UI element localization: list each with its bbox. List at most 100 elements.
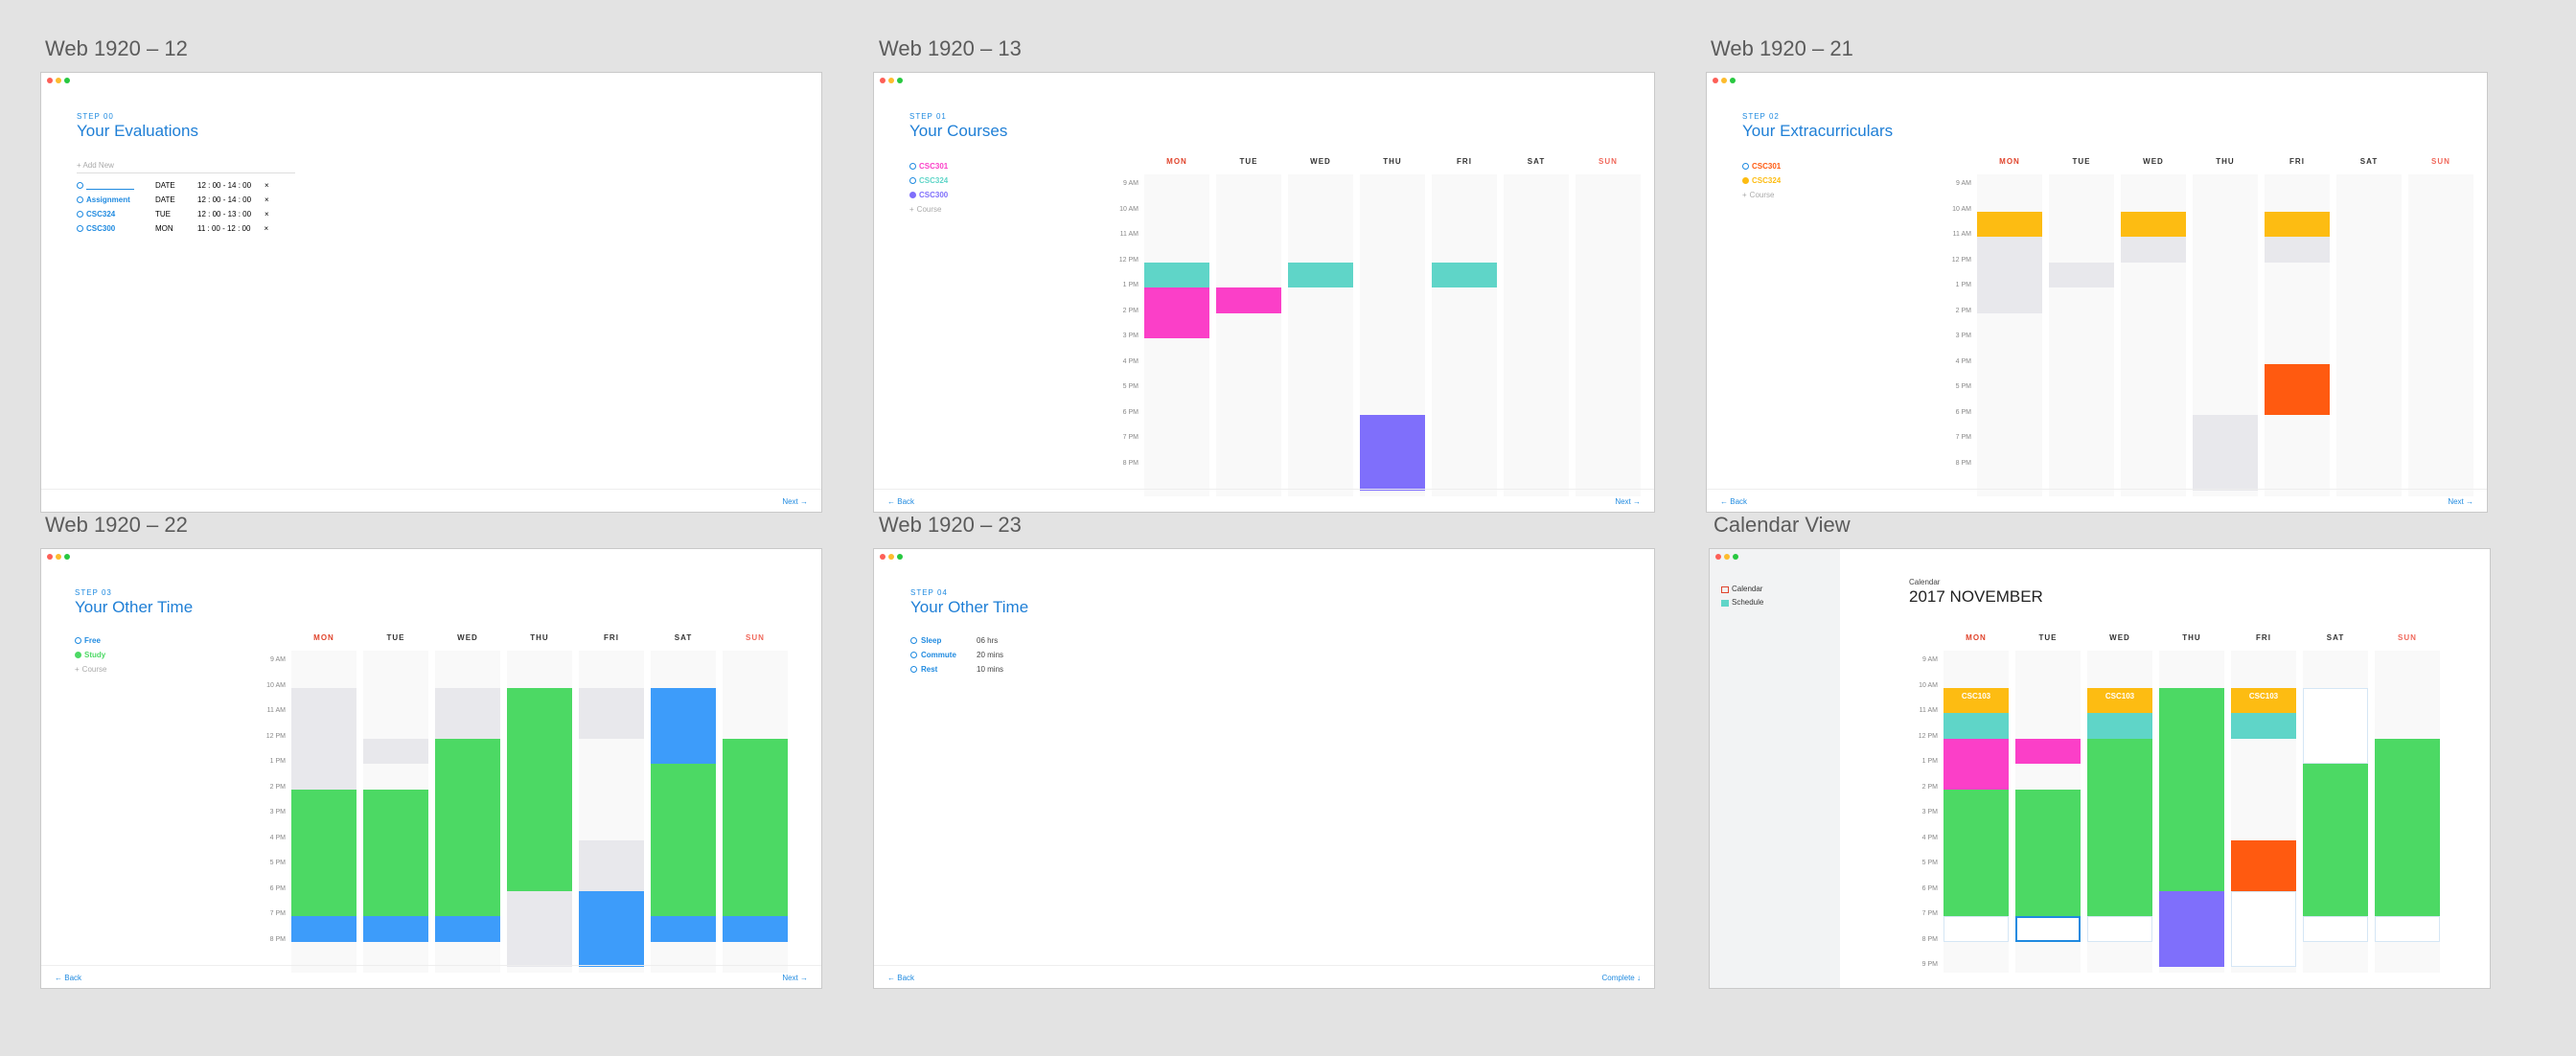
study-block[interactable] bbox=[1944, 789, 2009, 916]
course-block[interactable] bbox=[2193, 414, 2258, 491]
free-block[interactable] bbox=[579, 839, 644, 891]
extra-block[interactable] bbox=[1977, 211, 2042, 237]
extra-item-csc324[interactable]: CSC324 bbox=[1742, 173, 1781, 188]
sleep-block[interactable] bbox=[651, 916, 716, 942]
close-dot[interactable] bbox=[880, 554, 886, 560]
day-column[interactable] bbox=[1504, 174, 1569, 496]
course-block[interactable] bbox=[2087, 713, 2152, 739]
close-dot[interactable] bbox=[47, 554, 53, 560]
time-item-free[interactable]: Free bbox=[75, 633, 106, 648]
course-block[interactable] bbox=[1944, 713, 2009, 739]
day-column[interactable] bbox=[2336, 174, 2402, 496]
evaluation-time[interactable]: 11 : 00 - 12 : 00 bbox=[197, 221, 250, 236]
sleep-block[interactable] bbox=[651, 687, 716, 764]
course-item-csc301[interactable]: CSC301 bbox=[909, 159, 948, 173]
day-column[interactable] bbox=[2049, 174, 2114, 496]
evaluation-row[interactable]: Assignment DATE 12 : 00 - 14 : 00 × bbox=[77, 193, 269, 207]
study-block[interactable] bbox=[651, 764, 716, 916]
course-block[interactable] bbox=[2015, 738, 2081, 764]
course-block[interactable] bbox=[2049, 262, 2114, 287]
add-course-button[interactable]: + Course bbox=[1742, 188, 1781, 202]
minimize-dot[interactable] bbox=[1721, 78, 1727, 83]
sleep-block[interactable] bbox=[723, 916, 788, 942]
other-time-row[interactable]: Sleep 06 hrs bbox=[910, 633, 1003, 648]
evaluation-row[interactable]: CSC300 MON 11 : 00 - 12 : 00 × bbox=[77, 221, 269, 236]
minimize-dot[interactable] bbox=[56, 554, 61, 560]
complete-button[interactable]: Complete ↓ bbox=[1602, 974, 1641, 982]
sleep-block[interactable] bbox=[435, 916, 500, 942]
course-block[interactable] bbox=[2159, 890, 2224, 967]
study-block[interactable] bbox=[291, 789, 356, 916]
close-dot[interactable] bbox=[47, 78, 53, 83]
course-block[interactable] bbox=[1144, 287, 1209, 338]
minimize-dot[interactable] bbox=[1724, 554, 1730, 560]
study-block[interactable] bbox=[507, 687, 572, 891]
free-block[interactable] bbox=[579, 687, 644, 739]
study-block[interactable] bbox=[2015, 789, 2081, 916]
day-column[interactable] bbox=[1576, 174, 1641, 496]
extra-item-csc301[interactable]: CSC301 bbox=[1742, 159, 1781, 173]
course-block[interactable] bbox=[1977, 237, 2042, 313]
extra-block[interactable] bbox=[2121, 211, 2186, 237]
course-block[interactable] bbox=[2231, 713, 2296, 739]
study-block[interactable] bbox=[2375, 738, 2440, 916]
extra-block[interactable] bbox=[2265, 363, 2330, 415]
free-block[interactable] bbox=[1944, 916, 2009, 942]
day-column[interactable] bbox=[1216, 174, 1281, 496]
next-button[interactable]: Next → bbox=[1615, 497, 1641, 506]
remove-icon[interactable]: × bbox=[264, 193, 269, 207]
evaluation-date[interactable]: DATE bbox=[155, 178, 184, 193]
event-block[interactable]: CSC103 bbox=[2087, 687, 2152, 713]
next-button[interactable]: Next → bbox=[782, 497, 808, 506]
remove-icon[interactable]: × bbox=[264, 221, 268, 236]
other-time-value[interactable]: 20 mins bbox=[977, 648, 1003, 662]
zoom-dot[interactable] bbox=[1733, 554, 1738, 560]
course-block[interactable] bbox=[2121, 237, 2186, 263]
course-item-csc324[interactable]: CSC324 bbox=[909, 173, 948, 188]
next-button[interactable]: Next → bbox=[782, 974, 808, 982]
free-block[interactable] bbox=[435, 687, 500, 739]
window-controls[interactable] bbox=[880, 554, 903, 560]
sidebar-item-calendar[interactable]: Calendar bbox=[1721, 583, 1763, 596]
free-block[interactable] bbox=[2375, 916, 2440, 942]
evaluation-row[interactable]: DATE 12 : 00 - 14 : 00 × bbox=[77, 178, 269, 193]
event-block[interactable]: CSC103 bbox=[2231, 687, 2296, 713]
study-block[interactable] bbox=[2159, 687, 2224, 891]
free-block[interactable] bbox=[2087, 916, 2152, 942]
event-block[interactable]: CSC103 bbox=[1944, 687, 2009, 713]
zoom-dot[interactable] bbox=[64, 554, 70, 560]
add-course-button[interactable]: + Course bbox=[75, 662, 106, 677]
sleep-block[interactable] bbox=[579, 890, 644, 967]
evaluation-time[interactable]: 12 : 00 - 14 : 00 bbox=[197, 193, 251, 207]
close-dot[interactable] bbox=[1715, 554, 1721, 560]
sidebar-item-schedule[interactable]: Schedule bbox=[1721, 596, 1763, 609]
course-block[interactable] bbox=[1432, 262, 1497, 287]
extra-block[interactable] bbox=[2265, 211, 2330, 237]
window-controls[interactable] bbox=[1715, 554, 1738, 560]
study-block[interactable] bbox=[363, 789, 428, 916]
free-block[interactable] bbox=[2015, 916, 2081, 942]
add-new-button[interactable]: + Add New bbox=[77, 161, 114, 170]
remove-icon[interactable]: × bbox=[264, 207, 269, 221]
course-block[interactable] bbox=[1360, 414, 1425, 491]
day-column[interactable] bbox=[1432, 174, 1497, 496]
evaluation-time[interactable]: 12 : 00 - 13 : 00 bbox=[197, 207, 251, 221]
minimize-dot[interactable] bbox=[888, 78, 894, 83]
back-button[interactable]: ← Back bbox=[55, 974, 81, 982]
evaluation-name[interactable]: Assignment bbox=[77, 193, 142, 207]
study-block[interactable] bbox=[435, 738, 500, 916]
zoom-dot[interactable] bbox=[64, 78, 70, 83]
course-block[interactable] bbox=[1144, 262, 1209, 287]
zoom-dot[interactable] bbox=[1730, 78, 1736, 83]
evaluation-row[interactable]: CSC324 TUE 12 : 00 - 13 : 00 × bbox=[77, 207, 269, 221]
evaluation-date[interactable]: TUE bbox=[155, 207, 184, 221]
remove-icon[interactable]: × bbox=[264, 178, 269, 193]
free-block[interactable] bbox=[363, 738, 428, 764]
study-block[interactable] bbox=[2087, 738, 2152, 916]
free-block[interactable] bbox=[2303, 687, 2368, 764]
study-block[interactable] bbox=[723, 738, 788, 916]
course-block[interactable] bbox=[1944, 738, 2009, 790]
day-column[interactable] bbox=[2408, 174, 2473, 496]
window-controls[interactable] bbox=[1713, 78, 1736, 83]
evaluation-name[interactable]: CSC300 bbox=[77, 221, 142, 236]
